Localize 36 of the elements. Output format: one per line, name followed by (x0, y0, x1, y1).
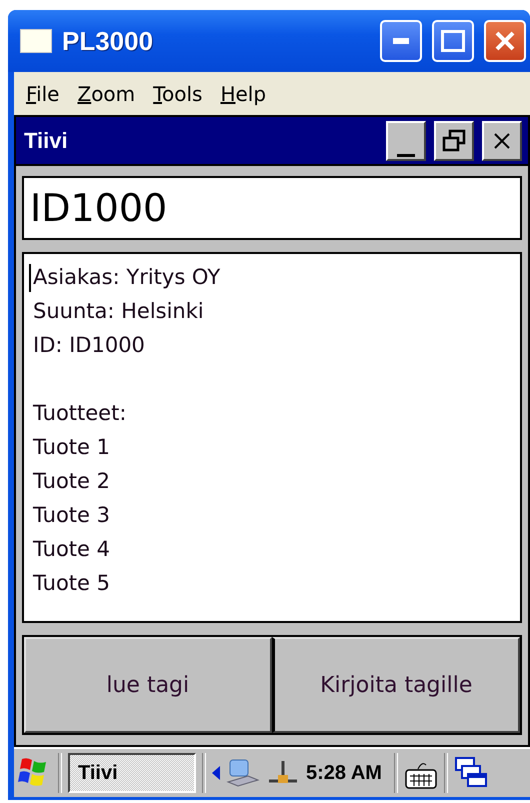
menu-item[interactable]: File (26, 82, 60, 106)
close-button[interactable] (482, 120, 522, 160)
window-title: PL3000 (62, 26, 154, 56)
text-cursor (29, 264, 31, 292)
details-text-area[interactable]: Asiakas: Yritys OY Suunta: Helsinki ID: ID1000 Tuotteet: Tuote 1 Tuote 2 Tuote 3 Tuote 4 Tuote 5 (22, 252, 522, 623)
details-line: Tuote 3 (33, 502, 110, 529)
window-icon (20, 29, 52, 53)
details-line: Suunta: Helsinki (33, 298, 204, 325)
close-icon (492, 130, 512, 150)
menu-item[interactable]: Zoom (77, 82, 136, 106)
minimize-button[interactable] (386, 120, 426, 160)
details-line: Asiakas: Yritys OY (33, 264, 220, 291)
network-icon[interactable] (226, 758, 260, 788)
action-button[interactable]: Kirjoita tagille (272, 637, 520, 733)
details-line: Tuote 2 (33, 468, 110, 495)
restore-icon (442, 128, 466, 152)
clock[interactable]: 5:28 AM (306, 762, 382, 784)
arrow-left-icon[interactable] (212, 766, 220, 780)
maximize-icon (441, 30, 465, 52)
details-line: Tuotteet: (33, 400, 126, 427)
menu-item[interactable]: Help (220, 82, 266, 106)
id-field[interactable]: ID1000 (22, 176, 522, 240)
action-button[interactable]: lue tagi (24, 637, 272, 733)
close-icon (494, 30, 516, 52)
details-line: ID: ID1000 (33, 332, 145, 359)
windows-icon[interactable] (454, 756, 488, 790)
details-line: Tuote 5 (33, 570, 110, 597)
minimize-icon (397, 154, 415, 157)
menu-item[interactable]: Tools (153, 82, 202, 106)
details-line: Tuote 4 (33, 536, 110, 563)
task-button[interactable]: Tiivi (68, 753, 196, 793)
maximize-button[interactable] (432, 20, 474, 62)
restore-button[interactable] (434, 120, 474, 160)
app-title: Tiivi (24, 128, 69, 154)
minimize-icon (393, 38, 409, 44)
details-line: Tuote 1 (33, 434, 110, 461)
